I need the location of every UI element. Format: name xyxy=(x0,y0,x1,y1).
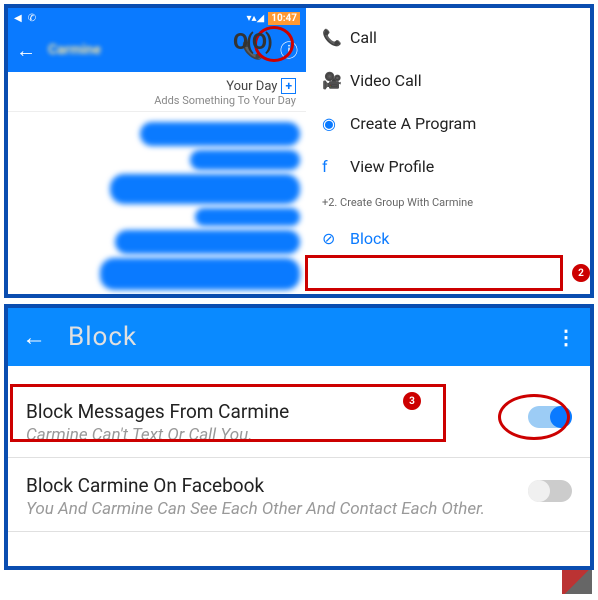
signal-icon: ▾▴◢ xyxy=(246,13,264,24)
menu-create-group[interactable]: +2. Create Group With Carmine xyxy=(306,188,590,217)
android-status-bar: ◀ ✆ ▾▴◢ 10:47 xyxy=(8,8,306,28)
add-day-icon[interactable]: + xyxy=(281,78,296,94)
watermark-logo xyxy=(562,570,592,594)
toggle-knob xyxy=(528,480,550,502)
message-bubble xyxy=(190,150,300,170)
menu-label: Call xyxy=(350,28,377,47)
highlight-rect-block-messages xyxy=(10,384,446,442)
back-arrow-icon[interactable]: ← xyxy=(16,38,36,63)
message-list xyxy=(8,112,306,294)
phone-icon: 📞 xyxy=(322,28,350,47)
menu-create-program[interactable]: ◉ Create A Program xyxy=(306,102,590,145)
whatsapp-icon: ✆ xyxy=(28,13,36,24)
block-icon: ⊘ xyxy=(322,229,350,248)
menu-call[interactable]: 📞 Call xyxy=(306,16,590,59)
menu-label: Block xyxy=(350,229,389,248)
status-time: 10:47 xyxy=(268,12,300,25)
status-left-icons: ◀ ✆ xyxy=(14,13,36,24)
menu-label: Create A Program xyxy=(350,114,476,133)
menu-label: Video Call xyxy=(350,71,422,90)
menu-view-profile[interactable]: f View Profile xyxy=(306,145,590,188)
video-icon: 🎥 xyxy=(322,71,350,90)
menu-block[interactable]: ⊘ Block xyxy=(306,217,590,260)
message-bubble xyxy=(140,122,300,146)
menu-video-call[interactable]: 🎥 Video Call xyxy=(306,59,590,102)
facebook-icon: f xyxy=(322,157,350,176)
highlight-rect-block xyxy=(305,255,563,291)
message-bubble xyxy=(100,258,300,290)
contact-menu-screenshot: 📞 Call 🎥 Video Call ◉ Create A Program f… xyxy=(306,8,590,294)
message-bubble xyxy=(110,174,300,204)
messenger-icon: ◉ xyxy=(322,114,350,133)
your-day-title: Your Day xyxy=(226,79,277,94)
your-day-subtitle: Adds Something To Your Day xyxy=(18,94,296,107)
block-facebook-toggle[interactable] xyxy=(528,480,572,502)
step-badge-3: 3 xyxy=(403,392,421,410)
message-bubble xyxy=(115,230,300,254)
highlight-circle-toggle xyxy=(498,394,570,440)
back-arrow-icon[interactable]: ← xyxy=(22,323,46,352)
block-settings-header: ← Block ⋮ xyxy=(8,308,590,366)
overlay-annotation: O(O) xyxy=(233,30,271,55)
step-badge-2: 2 xyxy=(572,264,590,282)
status-right-icons: ▾▴◢ 10:47 xyxy=(246,12,300,25)
menu-label: View Profile xyxy=(350,157,434,176)
tutorial-step-1-frame: ◀ ✆ ▾▴◢ 10:47 ← Carmine 📞 ⓘ Your Day+ Ad… xyxy=(4,4,594,298)
message-bubble xyxy=(195,208,300,226)
block-facebook-desc: You And Carmine Can See Each Other And C… xyxy=(26,499,572,519)
block-facebook-row[interactable]: Block Carmine On Facebook You And Carmin… xyxy=(8,458,590,532)
contact-name[interactable]: Carmine xyxy=(48,42,242,58)
overflow-menu-icon[interactable]: ⋮ xyxy=(556,325,576,349)
block-header-title: Block xyxy=(68,322,556,352)
back-icon: ◀ xyxy=(14,13,22,24)
your-day-banner[interactable]: Your Day + Adds Something To Your Day xyxy=(8,72,306,112)
block-facebook-title: Block Carmine On Facebook xyxy=(26,474,572,497)
